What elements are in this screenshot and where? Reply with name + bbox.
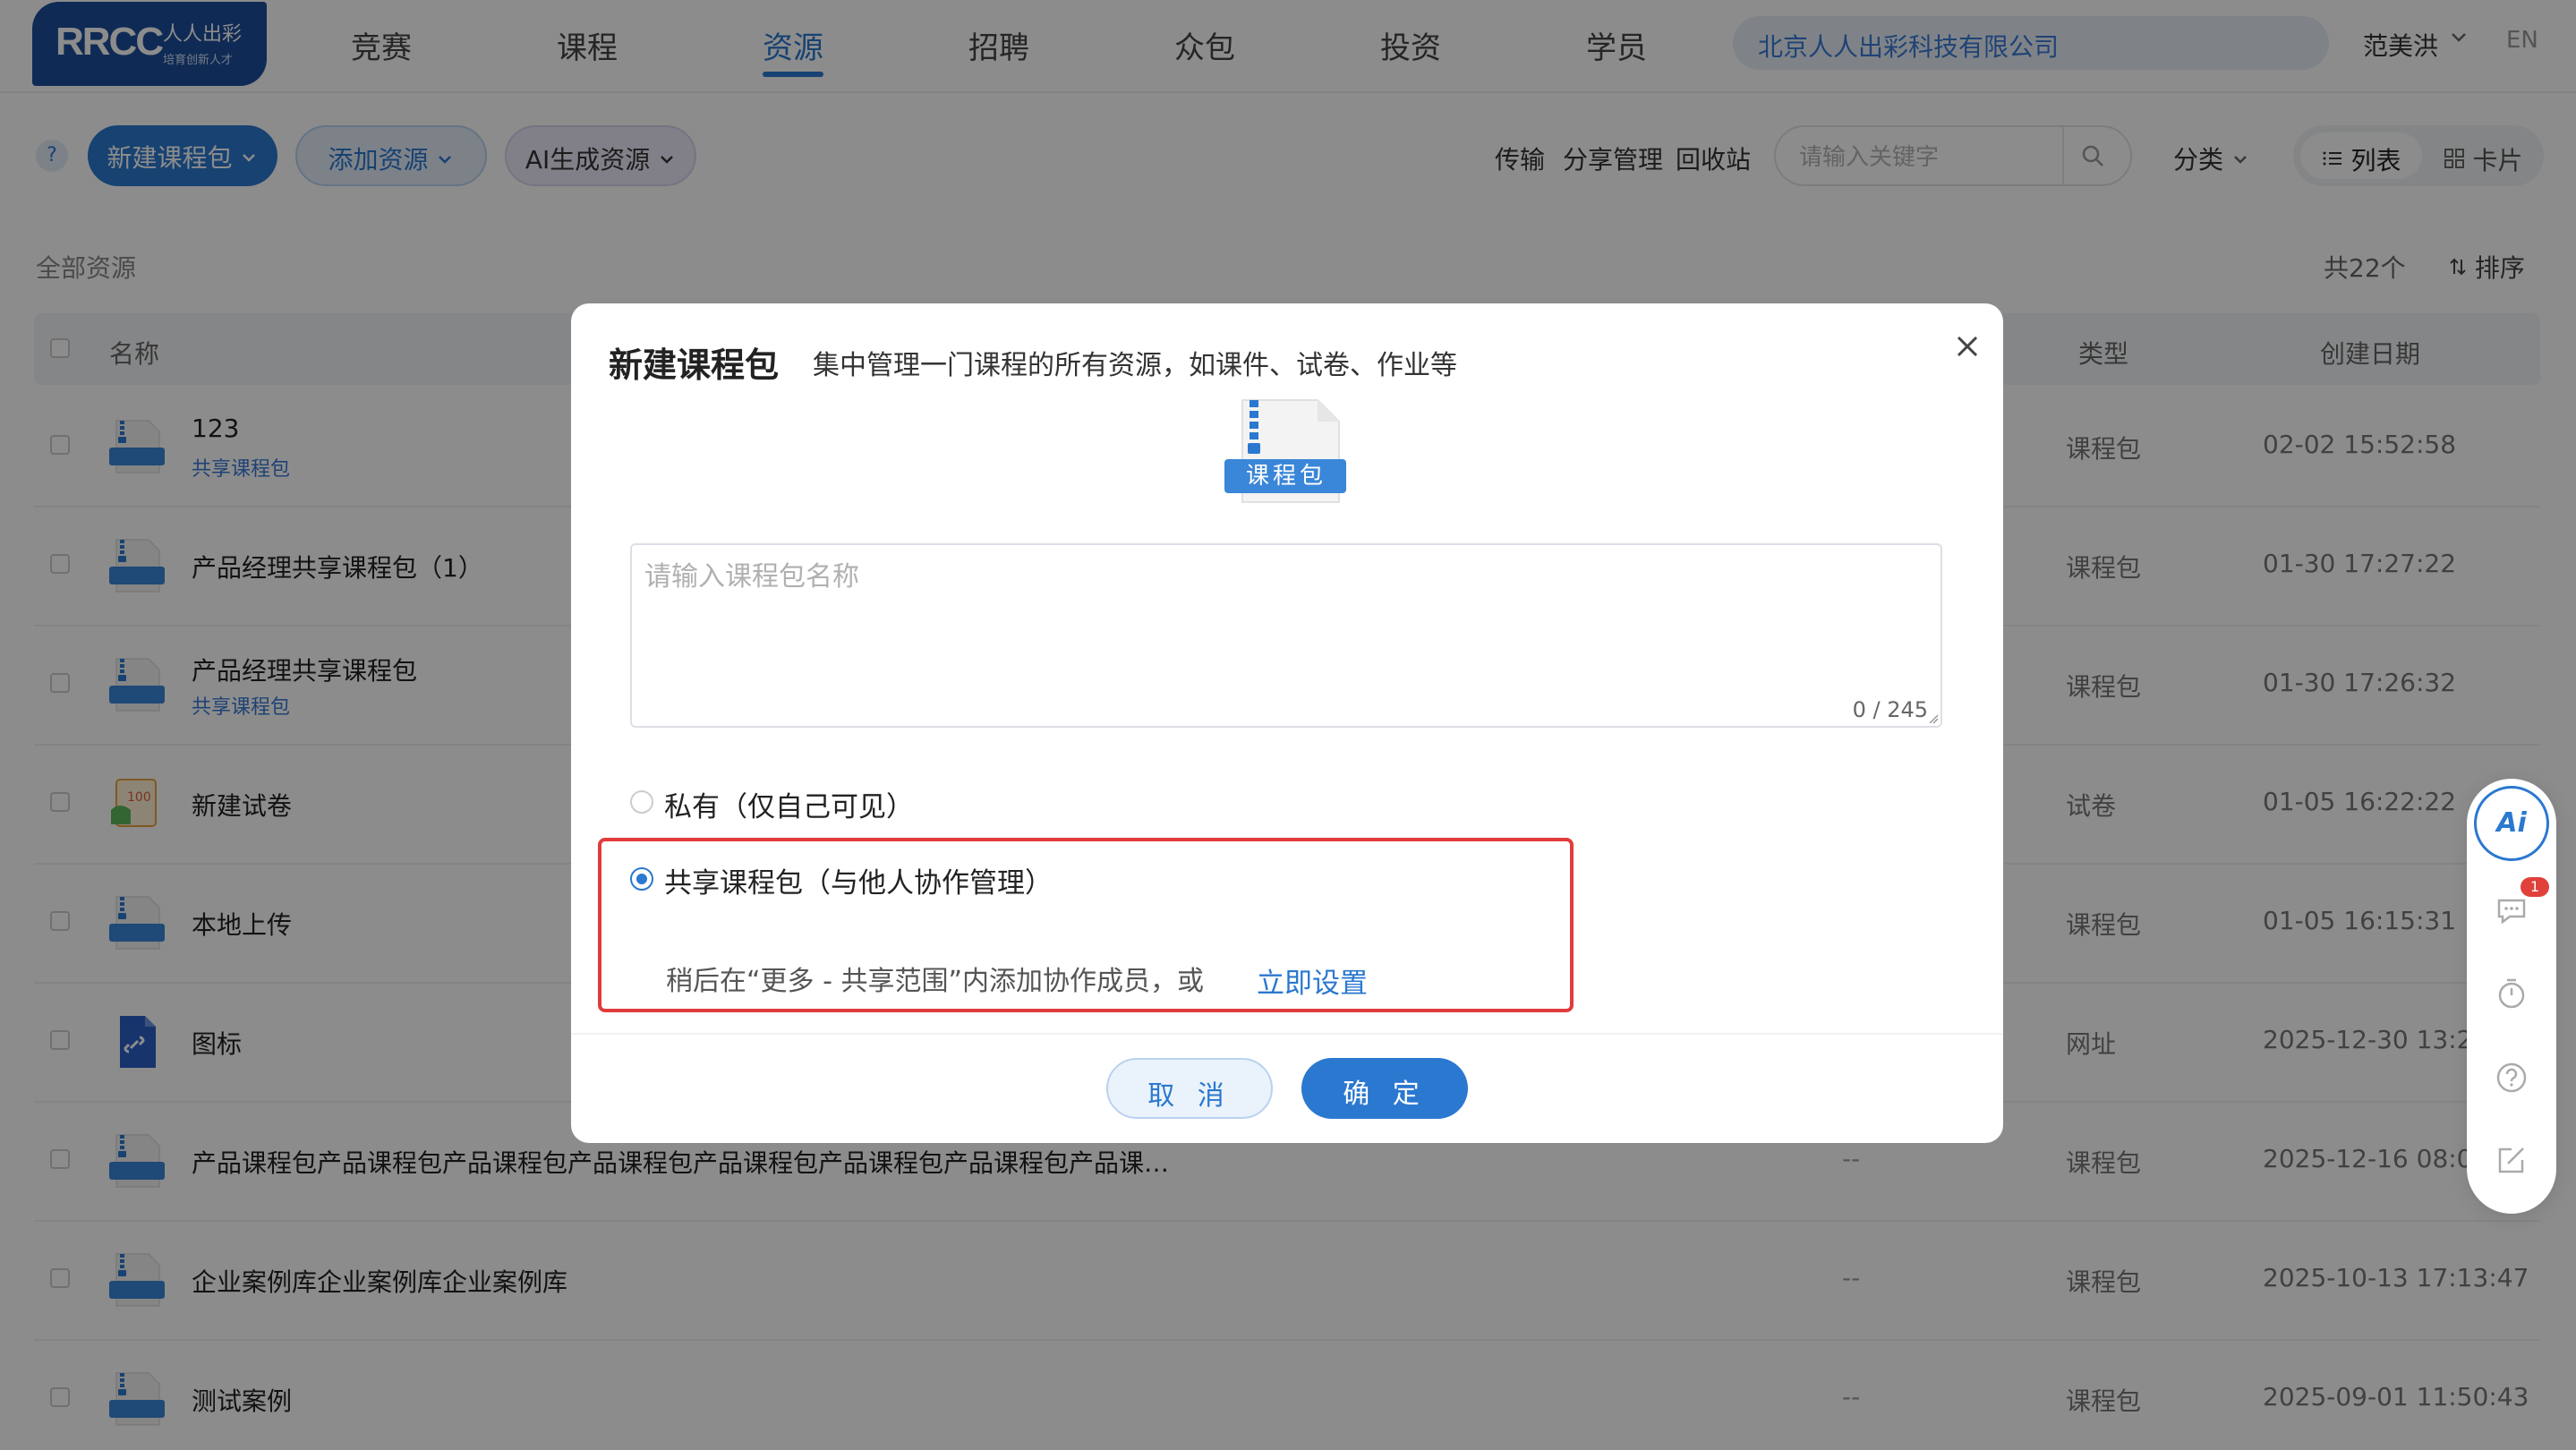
private-radio[interactable] [630,790,653,814]
message-icon[interactable] [2495,893,2528,925]
timer-icon[interactable] [2495,977,2528,1010]
confirm-button[interactable]: 确 定 [1301,1058,1468,1119]
private-radio-label[interactable]: 私有（仅自己可见） [664,784,914,824]
set-now-link[interactable]: 立即设置 [1257,960,1368,1001]
new-package-dialog: 新建课程包 集中管理一门课程的所有资源，如课件、试卷、作业等 课程包 0 / 2… [571,303,2003,1143]
package-name-field: 0 / 245 [630,543,1942,728]
message-badge: 1 [2521,877,2549,897]
dialog-description: 集中管理一门课程的所有资源，如课件、试卷、作业等 [813,350,1457,381]
package-name-input[interactable] [644,554,1924,688]
cancel-button[interactable]: 取 消 [1106,1058,1273,1119]
dialog-title: 新建课程包 [609,345,780,385]
footer-divider [571,1033,2003,1035]
help-icon[interactable] [2495,1062,2528,1094]
close-icon[interactable] [1949,328,1985,364]
edit-icon[interactable] [2495,1144,2528,1176]
shared-radio[interactable] [630,867,653,891]
floating-toolbar: Ai 1 [2467,779,2556,1214]
char-counter: 0 / 245 [1852,697,1928,722]
share-hint: 稍后在“更多 - 共享范围”内添加协作成员，或 [666,966,1204,997]
course-package-icon [1224,399,1346,503]
package-icon-label: 课程包 [1246,463,1327,490]
resize-handle-icon[interactable] [1928,713,1939,724]
ai-assistant-button[interactable]: Ai [2474,786,2549,861]
shared-radio-label[interactable]: 共享课程包（与他人协作管理） [664,860,1053,900]
